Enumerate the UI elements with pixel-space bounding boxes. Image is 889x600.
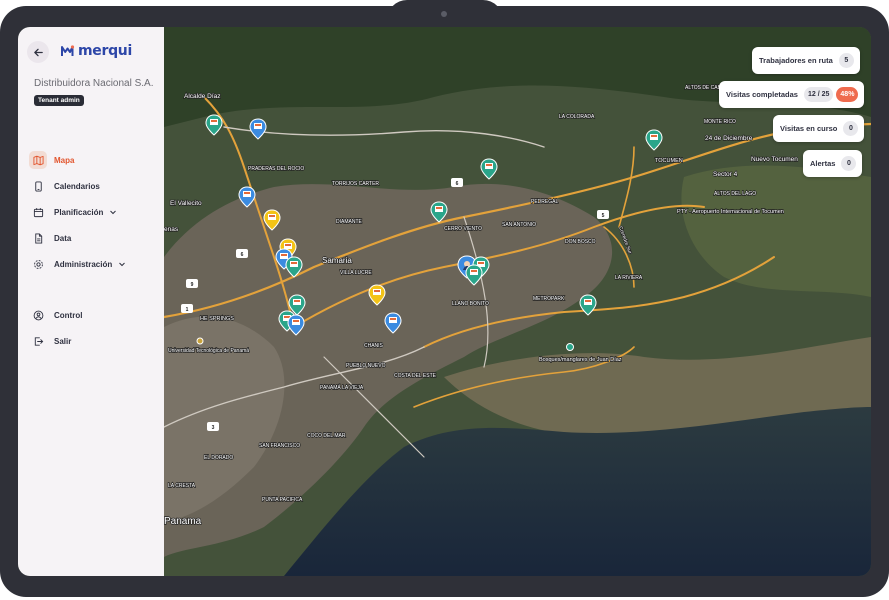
map-label: enas	[164, 226, 179, 233]
map-label: PRADERAS DEL ROCIO	[248, 166, 304, 172]
map-label: Universidad Tecnológica de Panamá	[168, 348, 249, 354]
document-icon	[29, 229, 47, 247]
nav-label-calendarios: Calendarios	[54, 181, 100, 191]
map-label: CHANIS	[364, 343, 384, 349]
nav-item-salir[interactable]: Salir	[29, 328, 159, 354]
nav-label-planificacion: Planificación	[54, 207, 104, 217]
stat-count: 12 / 25	[803, 87, 834, 102]
nav-item-administracion[interactable]: Administración	[29, 251, 159, 277]
nav-item-control[interactable]: Control	[29, 302, 159, 328]
map-label: MONTE RICO	[704, 119, 736, 125]
map-label: SAN ANTONIO	[502, 222, 536, 228]
main-nav: Mapa Calendarios Planificación Data Admi…	[29, 147, 159, 354]
map-label: HE SPRINGS	[200, 316, 234, 322]
map-label: PUEBLO NUEVO	[346, 363, 386, 369]
map-label: TORRIJOS CARTER	[332, 181, 379, 187]
logout-icon	[29, 332, 47, 350]
map-view[interactable]: 6 5 6 9 3 1 Alcalde Díaz LA COLORADA ALT…	[164, 27, 871, 576]
map-poi[interactable]	[196, 337, 204, 345]
map-label: LA COLORADA	[559, 114, 595, 120]
nav-item-planificacion[interactable]: Planificación	[29, 199, 159, 225]
nav-label-mapa: Mapa	[54, 155, 75, 165]
stat-visits-in-progress[interactable]: Visitas en curso 0	[773, 115, 865, 142]
map-label: METROPARK	[533, 296, 565, 302]
map-label: Sector 4	[713, 171, 738, 178]
map-label: TOCUMEN	[655, 158, 683, 164]
map-label: SAN FRANCISCO	[259, 443, 300, 449]
logo-text: merqui	[78, 43, 132, 59]
nav-label-salir: Salir	[54, 336, 72, 346]
tenant-badge: Tenant admin	[34, 95, 84, 106]
road-shield-label: 5	[602, 213, 605, 219]
road-shield-label: 3	[212, 425, 215, 431]
nav-label-data: Data	[54, 233, 72, 243]
map-label: CERRO VIENTO	[444, 226, 482, 232]
camera-icon	[441, 11, 447, 17]
stat-label: Trabajadores en ruta	[759, 56, 833, 65]
stat-label: Visitas en curso	[780, 124, 838, 133]
satellite-map: 6 5 6 9 3 1 Alcalde Díaz LA COLORADA ALT…	[164, 27, 871, 576]
chevron-down-icon	[110, 210, 117, 215]
map-label: LA CRESTA	[168, 483, 196, 489]
sidebar: merqui Distribuidora Nacional S.A. Tenan…	[18, 27, 164, 576]
nav-label-administracion: Administración	[54, 259, 113, 269]
map-label: Samaria	[322, 256, 352, 265]
chevron-down-icon	[119, 262, 126, 267]
stat-count: 0	[843, 121, 859, 136]
app-logo: merqui	[60, 43, 132, 59]
company-name: Distribuidora Nacional S.A.	[34, 78, 154, 89]
map-label: VILLA LUCRE	[340, 270, 372, 276]
map-label: Alcalde Díaz	[184, 93, 221, 100]
nav-item-mapa[interactable]: Mapa	[29, 147, 159, 173]
map-label: Nuevo Tocumen	[751, 156, 798, 163]
stat-count: 5	[838, 53, 854, 68]
map-label: PEDREGAL	[531, 199, 558, 205]
nav-label-control: Control	[54, 310, 83, 320]
road-shield-label: 6	[241, 252, 244, 258]
map-label: DIAMANTE	[336, 219, 363, 225]
road-shield-label: 6	[456, 181, 459, 187]
arrow-left-icon	[33, 48, 43, 56]
road-shield-label: 1	[186, 307, 189, 313]
map-icon	[29, 151, 47, 169]
map-poi[interactable]	[566, 343, 574, 351]
stat-percent-badge: 48%	[836, 87, 859, 102]
user-circle-icon	[29, 306, 47, 324]
nav-item-data[interactable]: Data	[29, 225, 159, 251]
calendar-icon	[29, 203, 47, 221]
map-label: ALTOS DEL LAGO	[714, 191, 756, 197]
map-label: EL DORADO	[204, 455, 233, 461]
map-label: PUNTA PACIFICA	[262, 497, 303, 503]
app-screen: merqui Distribuidora Nacional S.A. Tenan…	[18, 27, 871, 576]
map-label: 24 de Diciembre	[705, 135, 753, 142]
stat-label: Visitas completadas	[726, 90, 798, 99]
map-label: DON BOSCO	[565, 239, 596, 245]
stat-visits-completed[interactable]: Visitas completadas 12 / 25 48%	[719, 81, 865, 108]
stat-count: 0	[841, 156, 857, 171]
map-label: LLANO BONITO	[452, 301, 489, 307]
stat-label: Alertas	[810, 159, 836, 168]
map-label: PANAMÁ LA VIEJA	[320, 384, 364, 391]
road-shield-label: 9	[191, 282, 194, 288]
map-label: LA RIVIERA	[615, 275, 643, 281]
map-label: Bosques/manglares de Juan Díaz	[539, 357, 622, 363]
map-label: COSTA DEL ESTE	[394, 373, 437, 379]
nav-item-calendarios[interactable]: Calendarios	[29, 173, 159, 199]
phone-icon	[29, 177, 47, 195]
map-label: PTY - Aeropuerto Internacional de Tocume…	[677, 209, 784, 215]
map-label: Panama	[164, 516, 202, 527]
stat-alerts[interactable]: Alertas 0	[803, 150, 863, 177]
stat-workers-on-route[interactable]: Trabajadores en ruta 5	[752, 47, 860, 74]
map-label: El Vallecito	[170, 200, 202, 207]
merqui-logo-icon	[61, 45, 75, 56]
back-button[interactable]	[27, 41, 49, 63]
map-label: COCO DEL MAR	[307, 433, 346, 439]
gear-icon	[29, 255, 47, 273]
